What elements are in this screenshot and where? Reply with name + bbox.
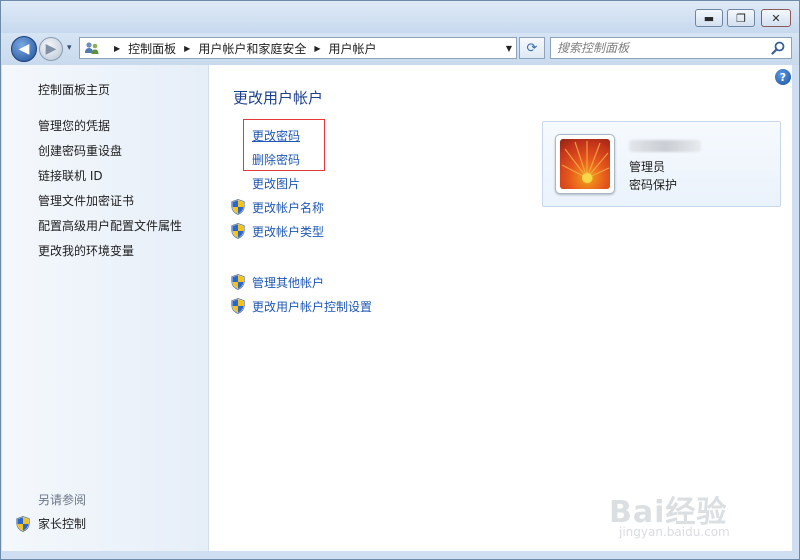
help-icon[interactable]: ? (775, 69, 791, 85)
baidu-jingyan-watermark: Bai经验 jingyan.baidu.com (609, 487, 789, 547)
task-change-account-type-label: 更改帐户类型 (252, 224, 325, 239)
breadcrumb-user-accounts[interactable]: 用户帐户 (329, 40, 377, 57)
sidebar-item-change-environment-variables[interactable]: 更改我的环境变量 (38, 242, 134, 259)
avatar[interactable] (555, 134, 615, 194)
task-change-picture[interactable]: 更改图片 (231, 174, 300, 192)
address-dropdown-icon[interactable]: ▼ (506, 38, 512, 58)
uac-shield-icon (16, 515, 30, 532)
refresh-icon: ⟳ (526, 40, 538, 56)
sidebar-item-manage-credentials[interactable]: 管理您的凭据 (38, 117, 110, 134)
breadcrumb-separator-icon[interactable]: ▶ (184, 44, 190, 53)
user-account-type: 管理员 (629, 160, 666, 174)
task-change-uac-settings[interactable]: 更改用户帐户控制设置 (231, 297, 372, 315)
sidebar-item-create-password-reset-disk[interactable]: 创建密码重设盘 (38, 142, 122, 159)
control-panel-window: ▬ ❐ ✕ ◀ ▶ ▾ ▶ 控制面板 ▶ 用户帐户和家庭安全 ▶ 用户帐户 ▼ (0, 0, 800, 560)
sidebar-item-control-panel-home[interactable]: 控制面板主页 (38, 81, 110, 98)
navigation-bar: ◀ ▶ ▾ ▶ 控制面板 ▶ 用户帐户和家庭安全 ▶ 用户帐户 ▼ ⟳ (1, 33, 799, 65)
close-icon: ✕ (771, 11, 781, 25)
task-sidebar: 控制面板主页 管理您的凭据 创建密码重设盘 链接联机 ID 管理文件加密证书 配… (2, 65, 209, 551)
breadcrumb-root-arrow-icon[interactable]: ▶ (114, 44, 120, 53)
task-change-account-type[interactable]: 更改帐户类型 (231, 222, 324, 240)
user-account-card: 管理员 密码保护 (542, 121, 781, 207)
task-change-uac-settings-label: 更改用户帐户控制设置 (252, 299, 373, 314)
users-folder-icon (85, 42, 99, 54)
task-manage-other-accounts[interactable]: 管理其他帐户 (231, 273, 324, 291)
redacted-username (629, 140, 701, 152)
minimize-button[interactable]: ▬ (695, 9, 723, 27)
breadcrumb-control-panel[interactable]: 控制面板 (128, 40, 176, 57)
breadcrumb-user-accounts-family-safety[interactable]: 用户帐户和家庭安全 (198, 40, 306, 57)
title-bar[interactable]: ▬ ❐ ✕ (1, 1, 799, 33)
recent-pages-dropdown-icon[interactable]: ▾ (67, 43, 72, 53)
minimize-icon: ▬ (703, 11, 715, 25)
maximize-icon: ❐ (736, 11, 746, 25)
task-change-account-name[interactable]: 更改帐户名称 (231, 198, 324, 216)
flower-petals-icon (561, 141, 610, 183)
forward-button[interactable]: ▶ (39, 37, 63, 61)
uac-shield-icon (231, 199, 245, 215)
uac-shield-icon (231, 298, 245, 314)
task-change-account-name-label: 更改帐户名称 (252, 200, 325, 215)
sidebar-item-parental-controls[interactable]: 家长控制 (16, 515, 86, 532)
parental-controls-label: 家长控制 (38, 517, 87, 531)
breadcrumb: ▶ 控制面板 ▶ 用户帐户和家庭安全 ▶ 用户帐户 (106, 38, 377, 58)
page-title: 更改用户帐户 (233, 89, 324, 107)
see-also-heading: 另请参阅 (38, 493, 87, 507)
task-change-picture-label: 更改图片 (252, 176, 301, 191)
search-box[interactable] (550, 37, 792, 59)
sidebar-item-link-online-id[interactable]: 链接联机 ID (38, 167, 103, 184)
main-content: ? 更改用户帐户 更改密码 删除密码 更改图片 更改帐户名称 更改帐户类型 管理… (209, 65, 792, 551)
user-password-status: 密码保护 (629, 178, 678, 192)
back-arrow-icon: ◀ (18, 41, 30, 57)
task-remove-password[interactable]: 删除密码 (231, 150, 300, 168)
search-input[interactable] (557, 40, 757, 56)
task-manage-other-accounts-label: 管理其他帐户 (252, 275, 325, 290)
watermark-url: jingyan.baidu.com (619, 525, 730, 539)
breadcrumb-separator-icon[interactable]: ▶ (314, 44, 320, 53)
back-button[interactable]: ◀ (11, 36, 37, 62)
forward-arrow-icon: ▶ (45, 41, 57, 57)
uac-shield-icon (231, 223, 245, 239)
close-button[interactable]: ✕ (761, 9, 791, 27)
address-bar[interactable]: ▶ 控制面板 ▶ 用户帐户和家庭安全 ▶ 用户帐户 ▼ (79, 37, 517, 59)
maximize-button[interactable]: ❐ (727, 9, 755, 27)
sidebar-item-manage-encryption-certificates[interactable]: 管理文件加密证书 (38, 192, 134, 209)
flower-avatar-image (560, 139, 610, 189)
uac-shield-icon (231, 274, 245, 290)
search-icon[interactable] (771, 41, 785, 55)
task-change-password-label: 更改密码 (252, 128, 301, 143)
sidebar-item-advanced-profile-properties[interactable]: 配置高级用户配置文件属性 (38, 217, 182, 234)
task-remove-password-label: 删除密码 (252, 152, 301, 167)
refresh-button[interactable]: ⟳ (519, 37, 545, 59)
task-change-password[interactable]: 更改密码 (231, 126, 300, 144)
